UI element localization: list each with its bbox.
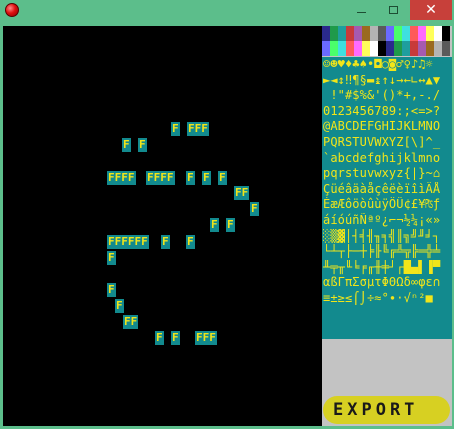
charmap-row[interactable]: ☺☻♥♦♣♠•◘○◙♂♀♪♫☼ — [322, 57, 452, 73]
palette-swatch[interactable] — [386, 41, 394, 56]
canvas-tile[interactable]: F — [155, 331, 164, 345]
charmap-row[interactable]: @ABCDEFGHIJKLMNO — [322, 119, 452, 135]
canvas-tile[interactable]: F — [250, 202, 259, 216]
app-icon — [5, 3, 19, 17]
palette-swatch[interactable] — [442, 26, 450, 41]
charmap-row[interactable]: áíóúñÑªº¿⌐¬½¼¡«» — [322, 213, 452, 229]
minimize-button[interactable] — [346, 0, 376, 20]
canvas-tile[interactable]: F — [171, 122, 180, 136]
canvas-tile[interactable]: FFFF — [107, 171, 136, 185]
minimize-icon — [356, 11, 366, 13]
palette-swatch[interactable] — [394, 41, 402, 56]
charmap-row[interactable]: PQRSTUVWXYZ[\]^_ — [322, 135, 452, 151]
palette-swatch[interactable] — [402, 41, 410, 56]
palette-swatch[interactable] — [426, 41, 434, 56]
canvas-tile[interactable]: F — [186, 171, 195, 185]
canvas-tile[interactable]: F — [202, 171, 211, 185]
canvas-tile[interactable]: F — [107, 283, 116, 297]
palette-swatch[interactable] — [346, 26, 354, 41]
charmap-row[interactable]: !"#$%&'()*+,-./ — [322, 88, 452, 104]
canvas-tile[interactable]: F — [218, 171, 227, 185]
charmap-row[interactable]: pqrstuvwxyz{|}~⌂ — [322, 166, 452, 182]
palette-swatch[interactable] — [362, 41, 370, 56]
canvas-tile[interactable]: F — [107, 251, 116, 265]
palette-swatch[interactable] — [322, 26, 330, 41]
canvas-tile[interactable]: F — [115, 299, 124, 313]
close-icon: ✕ — [425, 2, 437, 18]
palette-swatch[interactable] — [370, 41, 378, 56]
canvas-tile[interactable]: F — [226, 218, 235, 232]
export-label: EXPORT — [333, 400, 419, 420]
palette-swatch[interactable] — [354, 26, 362, 41]
palette-swatch[interactable] — [354, 41, 362, 56]
canvas-tile[interactable]: FF — [123, 315, 139, 329]
palette-swatch[interactable] — [378, 41, 386, 56]
charmap-row[interactable]: ►◄↕‼¶§▬↨↑↓→←∟↔▲▼ — [322, 73, 452, 89]
canvas-tile[interactable]: F — [138, 138, 147, 152]
drawing-canvas[interactable]: F FFF F F FFFF FFFF F F F FF F F F FFFFFF F F F F F FF F F FFF — [3, 26, 322, 426]
palette-swatch[interactable] — [418, 26, 426, 41]
canvas-tile[interactable]: F — [186, 235, 195, 249]
palette-swatch[interactable] — [402, 26, 410, 41]
title-bar: ✕ — [0, 0, 454, 22]
canvas-tile[interactable]: FF — [234, 186, 250, 200]
palette-swatch[interactable] — [410, 26, 418, 41]
canvas-tile[interactable]: F — [122, 138, 131, 152]
palette-swatch[interactable] — [442, 41, 450, 56]
canvas-tile[interactable]: FFFFFF — [107, 235, 149, 249]
maximize-icon — [388, 6, 398, 14]
palette-swatch[interactable] — [338, 26, 346, 41]
palette-swatch[interactable] — [362, 26, 370, 41]
canvas-tile[interactable]: FFF — [187, 122, 209, 136]
palette-swatch[interactable] — [338, 41, 346, 56]
charmap-row[interactable]: ÉæÆôöòûùÿÖÜ¢£¥₧ƒ — [322, 197, 452, 213]
charmap-row[interactable]: ╨╤╥╙╘╒╓╫╪┘┌█▄▌▐▀ — [322, 260, 452, 276]
charmap-row[interactable]: ░▒▓│┤╡╢╖╕╣║╗╝╜╛┐ — [322, 229, 452, 245]
charmap-row[interactable]: ≡±≥≤⌠⌡÷≈°∙·√ⁿ²■ — [322, 291, 452, 307]
side-panel: ☺☻♥♦♣♠•◘○◙♂♀♪♫☼ ►◄↕‼¶§▬↨↑↓→←∟↔▲▼ !"#$%&'(… — [322, 26, 452, 426]
palette-swatch[interactable] — [386, 26, 394, 41]
charmap-row[interactable]: 0123456789:;<=>? — [322, 104, 452, 120]
canvas-tile[interactable]: FFF — [195, 331, 217, 345]
maximize-button[interactable] — [378, 0, 408, 20]
palette-swatch[interactable] — [394, 26, 402, 41]
canvas-tile[interactable]: F — [210, 218, 219, 232]
palette-swatch[interactable] — [434, 41, 442, 56]
export-button[interactable]: EXPORT — [323, 396, 450, 424]
palette-swatch[interactable] — [418, 41, 426, 56]
charmap-row[interactable]: `abcdefghijklmno — [322, 151, 452, 167]
palette-swatch[interactable] — [330, 41, 338, 56]
charmap-row[interactable]: ÇüéâäàåçêëèïîìÄÅ — [322, 182, 452, 198]
canvas-tile[interactable]: F — [171, 331, 180, 345]
palette-swatch[interactable] — [322, 41, 330, 56]
palette-swatch[interactable] — [346, 41, 354, 56]
close-button[interactable]: ✕ — [410, 0, 452, 20]
palette-swatch[interactable] — [370, 26, 378, 41]
charmap-row[interactable]: └┴┬├─┼╞╟╚╔╩╦╠═╬╧ — [322, 244, 452, 260]
charmap-row[interactable]: αßΓπΣσµτΦΘΩδ∞φε∩ — [322, 275, 452, 291]
palette-swatch[interactable] — [426, 26, 434, 41]
canvas-tile[interactable]: F — [161, 235, 170, 249]
color-palette — [322, 26, 452, 56]
palette-swatch[interactable] — [410, 41, 418, 56]
canvas-tile[interactable]: FFFF — [146, 171, 175, 185]
palette-swatch[interactable] — [378, 26, 386, 41]
character-map[interactable]: ☺☻♥♦♣♠•◘○◙♂♀♪♫☼ ►◄↕‼¶§▬↨↑↓→←∟↔▲▼ !"#$%&'(… — [322, 57, 452, 339]
palette-swatch[interactable] — [434, 26, 442, 41]
palette-swatch[interactable] — [330, 26, 338, 41]
